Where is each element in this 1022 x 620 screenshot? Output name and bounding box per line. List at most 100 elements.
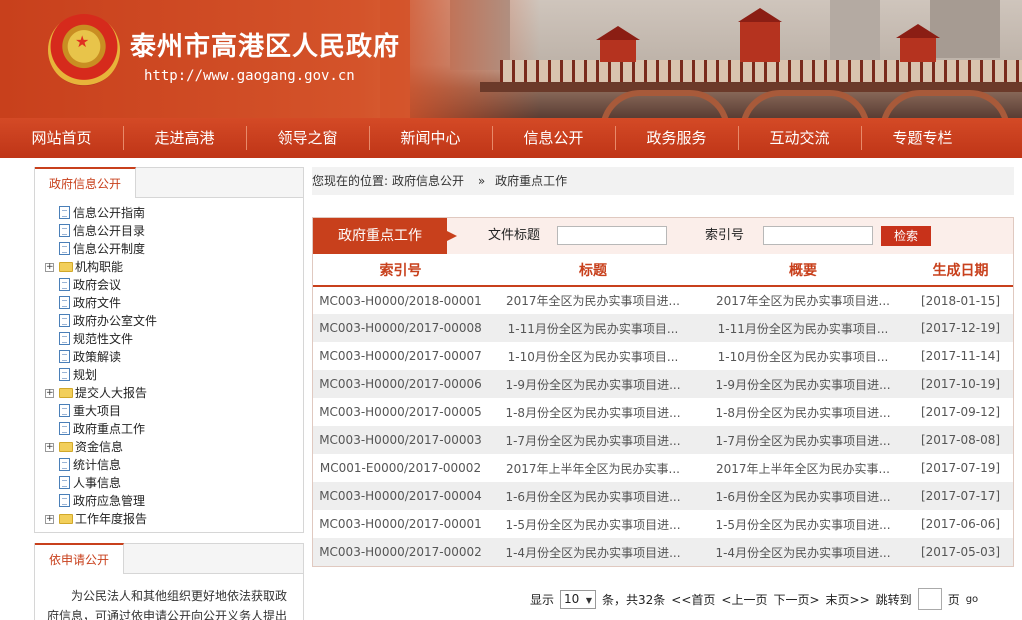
per-page-select[interactable]: 10 bbox=[560, 589, 597, 609]
nav-item-home[interactable]: 网站首页 bbox=[0, 118, 123, 158]
row-title-link[interactable]: 1-5月份全区为民办实事项目进... bbox=[488, 510, 698, 538]
sidebar-item[interactable]: 信息公开指南 bbox=[43, 204, 303, 222]
sidebar-item[interactable]: 规划 bbox=[43, 366, 303, 384]
document-icon bbox=[59, 404, 70, 417]
sidebar-item[interactable]: 政策解读 bbox=[43, 348, 303, 366]
nav-item-topics[interactable]: 专题专栏 bbox=[861, 118, 984, 158]
sidebar-item-label: 工作年度报告 bbox=[75, 512, 148, 526]
row-index: MC003-H0000/2017-00001 bbox=[319, 517, 482, 531]
table-row[interactable]: MC003-H0000/2017-00006 1-9月份全区为民办实事项目进...… bbox=[313, 370, 1013, 398]
breadcrumb-item-info-disclosure[interactable]: 政府信息公开 bbox=[392, 174, 464, 188]
sidebar-item[interactable]: 规范性文件 bbox=[43, 330, 303, 348]
breadcrumb-separator: » bbox=[477, 174, 486, 188]
document-icon bbox=[59, 242, 70, 255]
last-page-link[interactable]: 末页>> bbox=[826, 591, 870, 608]
nav-item-info-disclosure[interactable]: 信息公开 bbox=[492, 118, 615, 158]
sidebar-item[interactable]: 政府重点工作 bbox=[43, 420, 303, 438]
sidebar-item-label: 机构职能 bbox=[75, 260, 124, 274]
document-icon bbox=[59, 332, 70, 345]
info-disclosure-panel: 政府信息公开 信息公开指南 信息公开目录 信息公开制度 + 机构职能 政府会议 政府文件 政府… bbox=[34, 167, 304, 533]
index-filter-input[interactable] bbox=[763, 226, 873, 245]
row-title-link[interactable]: 1-10月份全区为民办实事项目... bbox=[488, 342, 698, 370]
row-summary: 1-11月份全区为民办实事项目... bbox=[698, 314, 908, 342]
next-page-link[interactable]: 下一页> bbox=[773, 591, 819, 608]
expand-icon[interactable]: + bbox=[45, 263, 54, 272]
row-title-link[interactable]: 1-7月份全区为民办实事项目进... bbox=[488, 426, 698, 454]
row-title-link[interactable]: 1-9月份全区为民办实事项目进... bbox=[488, 370, 698, 398]
row-title-link[interactable]: 2017年全区为民办实事项目进... bbox=[488, 286, 698, 314]
document-icon bbox=[59, 350, 70, 363]
breadcrumb-item-key-work[interactable]: 政府重点工作 bbox=[495, 174, 567, 188]
expand-icon[interactable]: + bbox=[45, 443, 54, 452]
search-button[interactable]: 检索 bbox=[881, 226, 931, 246]
site-title[interactable]: 泰州市高港区人民政府 bbox=[130, 26, 400, 63]
sidebar-item[interactable]: 政府办公室文件 bbox=[43, 312, 303, 330]
prev-page-link[interactable]: <上一页 bbox=[721, 591, 767, 608]
sidebar-item-label: 人事信息 bbox=[73, 476, 122, 490]
row-summary: 1-4月份全区为民办实事项目进... bbox=[698, 538, 908, 566]
sidebar-item[interactable]: 政府文件 bbox=[43, 294, 303, 312]
table-row[interactable]: MC003-H0000/2018-00001 2017年全区为民办实事项目进...… bbox=[313, 286, 1013, 314]
row-title-link[interactable]: 1-6月份全区为民办实事项目进... bbox=[488, 482, 698, 510]
sidebar-item-label: 重大项目 bbox=[73, 404, 122, 418]
row-title-link[interactable]: 1-11月份全区为民办实事项目... bbox=[488, 314, 698, 342]
sidebar-item[interactable]: + 提交人大报告 bbox=[43, 384, 303, 402]
sidebar-item-label: 信息公开目录 bbox=[73, 224, 146, 238]
national-emblem-icon[interactable]: ★ bbox=[48, 14, 120, 86]
panel-tab-apply[interactable]: 依申请公开 bbox=[35, 543, 125, 574]
nav-item-interaction[interactable]: 互动交流 bbox=[738, 118, 861, 158]
row-index: MC003-H0000/2017-00004 bbox=[313, 482, 488, 510]
table-row[interactable]: MC003-H0000/2017-00007 1-10月份全区为民办实事项目...… bbox=[313, 342, 1013, 370]
row-title-link[interactable]: 2017年上半年全区为民办实事... bbox=[488, 454, 698, 482]
expand-icon[interactable]: + bbox=[45, 389, 54, 398]
sidebar-item[interactable]: 信息公开制度 bbox=[43, 240, 303, 258]
banner-fade bbox=[380, 0, 540, 118]
document-icon bbox=[59, 296, 70, 309]
sidebar-item[interactable]: + 工作年度报告 bbox=[43, 510, 303, 528]
document-icon bbox=[59, 476, 70, 489]
first-page-link[interactable]: <<首页 bbox=[671, 591, 715, 608]
sidebar-item[interactable]: 信息公开目录 bbox=[43, 222, 303, 240]
row-title-link[interactable]: 1-8月份全区为民办实事项目进... bbox=[488, 398, 698, 426]
nav-item-leaders[interactable]: 领导之窗 bbox=[246, 118, 369, 158]
sidebar-item[interactable]: 政府会议 bbox=[43, 276, 303, 294]
row-summary: 2017年全区为民办实事项目进... bbox=[716, 294, 890, 308]
sidebar-item[interactable]: + 资金信息 bbox=[43, 438, 303, 456]
emblem-star-icon: ★ bbox=[75, 32, 90, 51]
row-title-link[interactable]: 1-4月份全区为民办实事项目进... bbox=[488, 538, 698, 566]
site-url: http://www.gaogang.gov.cn bbox=[144, 68, 355, 84]
apply-disclosure-panel: 依申请公开 为公民法人和其他组织更好地依法获取政府信息，可通过依申请公开向公开义… bbox=[34, 543, 304, 620]
expand-icon[interactable]: + bbox=[45, 515, 54, 524]
category-tree: 信息公开指南信息公开目录信息公开制度 + 机构职能政府会议 政府文件 政府办公室文件 规范… bbox=[35, 198, 303, 528]
panel-tab-info-disclosure[interactable]: 政府信息公开 bbox=[35, 167, 137, 198]
table-row[interactable]: MC003-H0000/2017-00003 1-7月份全区为民办实事项目进...… bbox=[313, 426, 1013, 454]
nav-item-services[interactable]: 政务服务 bbox=[615, 118, 738, 158]
document-icon bbox=[59, 422, 70, 435]
table-row[interactable]: MC003-H0000/2017-00005 1-8月份全区为民办实事项目进...… bbox=[313, 398, 1013, 426]
sidebar-item[interactable]: 人事信息 bbox=[43, 474, 303, 492]
sidebar-item-label: 政府重点工作 bbox=[73, 422, 146, 436]
row-index: MC001-E0000/2017-00002 bbox=[319, 461, 482, 475]
table-row[interactable]: MC003-H0000/2017-00008 1-11月份全区为民办实事项目...… bbox=[313, 314, 1013, 342]
sidebar-item-label: 提交人大报告 bbox=[75, 386, 148, 400]
folder-icon bbox=[59, 262, 73, 272]
nav-item-about[interactable]: 走进高港 bbox=[123, 118, 246, 158]
sidebar-item[interactable]: 重大项目 bbox=[43, 402, 303, 420]
table-row[interactable]: MC003-H0000/2017-00002 1-4月份全区为民办实事项目进...… bbox=[313, 538, 1013, 566]
sidebar-item-label: 规划 bbox=[73, 368, 98, 382]
table-row[interactable]: MC003-H0000/2017-00004 1-6月份全区为民办实事项目进...… bbox=[313, 482, 1013, 510]
sidebar-item[interactable]: 统计信息 bbox=[43, 456, 303, 474]
nav-item-news[interactable]: 新闻中心 bbox=[369, 118, 492, 158]
title-filter-input[interactable] bbox=[557, 226, 667, 245]
table-row[interactable]: MC001-E0000/2017-00002 2017年上半年全区为民办实事...… bbox=[313, 454, 1013, 482]
filter-bar: 政府重点工作 文件标题 索引号 检索 bbox=[313, 218, 1013, 254]
sidebar-item[interactable]: + 机构职能 bbox=[43, 258, 303, 276]
row-index: MC003-H0000/2018-00001 bbox=[319, 293, 482, 308]
table-row[interactable]: MC003-H0000/2017-00001 1-5月份全区为民办实事项目进...… bbox=[313, 510, 1013, 538]
goto-page-input[interactable] bbox=[917, 588, 942, 610]
row-date: [2017-10-19] bbox=[908, 370, 1013, 398]
sidebar-item[interactable]: 政府应急管理 bbox=[43, 492, 303, 510]
go-button[interactable]: go bbox=[966, 594, 978, 605]
document-icon bbox=[59, 314, 70, 327]
panel-header: 政府信息公开 bbox=[35, 167, 303, 198]
